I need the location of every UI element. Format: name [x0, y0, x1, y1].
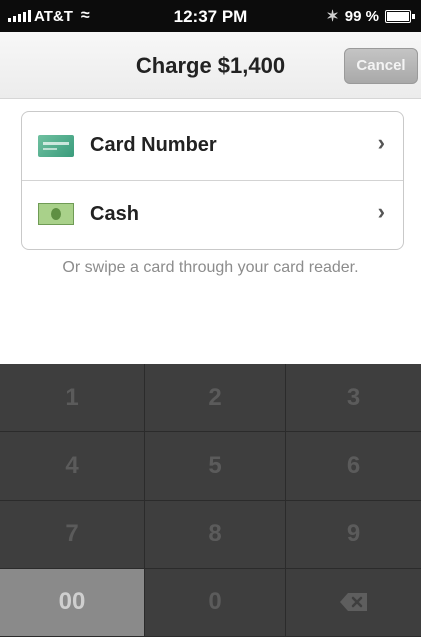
- key-6[interactable]: 6: [286, 432, 421, 501]
- nav-bar: Charge $1,400 Cancel: [0, 32, 421, 99]
- cancel-button[interactable]: Cancel: [344, 48, 418, 84]
- key-2[interactable]: 2: [145, 364, 286, 433]
- status-right: ✶ 99 %: [326, 7, 415, 25]
- backspace-icon: [339, 592, 369, 612]
- key-5[interactable]: 5: [145, 432, 286, 501]
- cash-label: Cash: [90, 203, 139, 225]
- backspace-button[interactable]: [286, 568, 421, 637]
- battery-percent: 99 %: [344, 7, 379, 25]
- key-9[interactable]: 9: [286, 500, 421, 569]
- payment-panel: Card Number › Cash › Or swipe a card thr…: [0, 99, 421, 364]
- chevron-right-icon: ›: [377, 199, 385, 224]
- key-4[interactable]: 4: [0, 432, 145, 501]
- key-00[interactable]: 00: [0, 568, 145, 637]
- cash-icon: [38, 203, 74, 225]
- key-3[interactable]: 3: [286, 364, 421, 433]
- chevron-right-icon: ›: [377, 130, 385, 155]
- key-1[interactable]: 1: [0, 364, 145, 433]
- swipe-hint-text: Or swipe a card through your card reader…: [62, 259, 359, 276]
- key-8[interactable]: 8: [145, 500, 286, 569]
- payment-options-list: Card Number › Cash ›: [21, 111, 404, 250]
- cash-option[interactable]: Cash ›: [22, 181, 403, 249]
- battery-icon: [385, 9, 415, 23]
- card-number-label: Card Number: [90, 134, 217, 156]
- numeric-keypad: 1 2 3 4 5 6 7 8 9 00 0: [0, 364, 421, 637]
- card-number-option[interactable]: Card Number ›: [22, 112, 403, 181]
- status-bar: AT&T ≈ 12:37 PM ✶ 99 %: [0, 0, 421, 32]
- key-7[interactable]: 7: [0, 500, 145, 569]
- bluetooth-icon: ✶: [326, 8, 339, 25]
- credit-card-icon: [38, 135, 74, 157]
- key-0[interactable]: 0: [145, 568, 286, 637]
